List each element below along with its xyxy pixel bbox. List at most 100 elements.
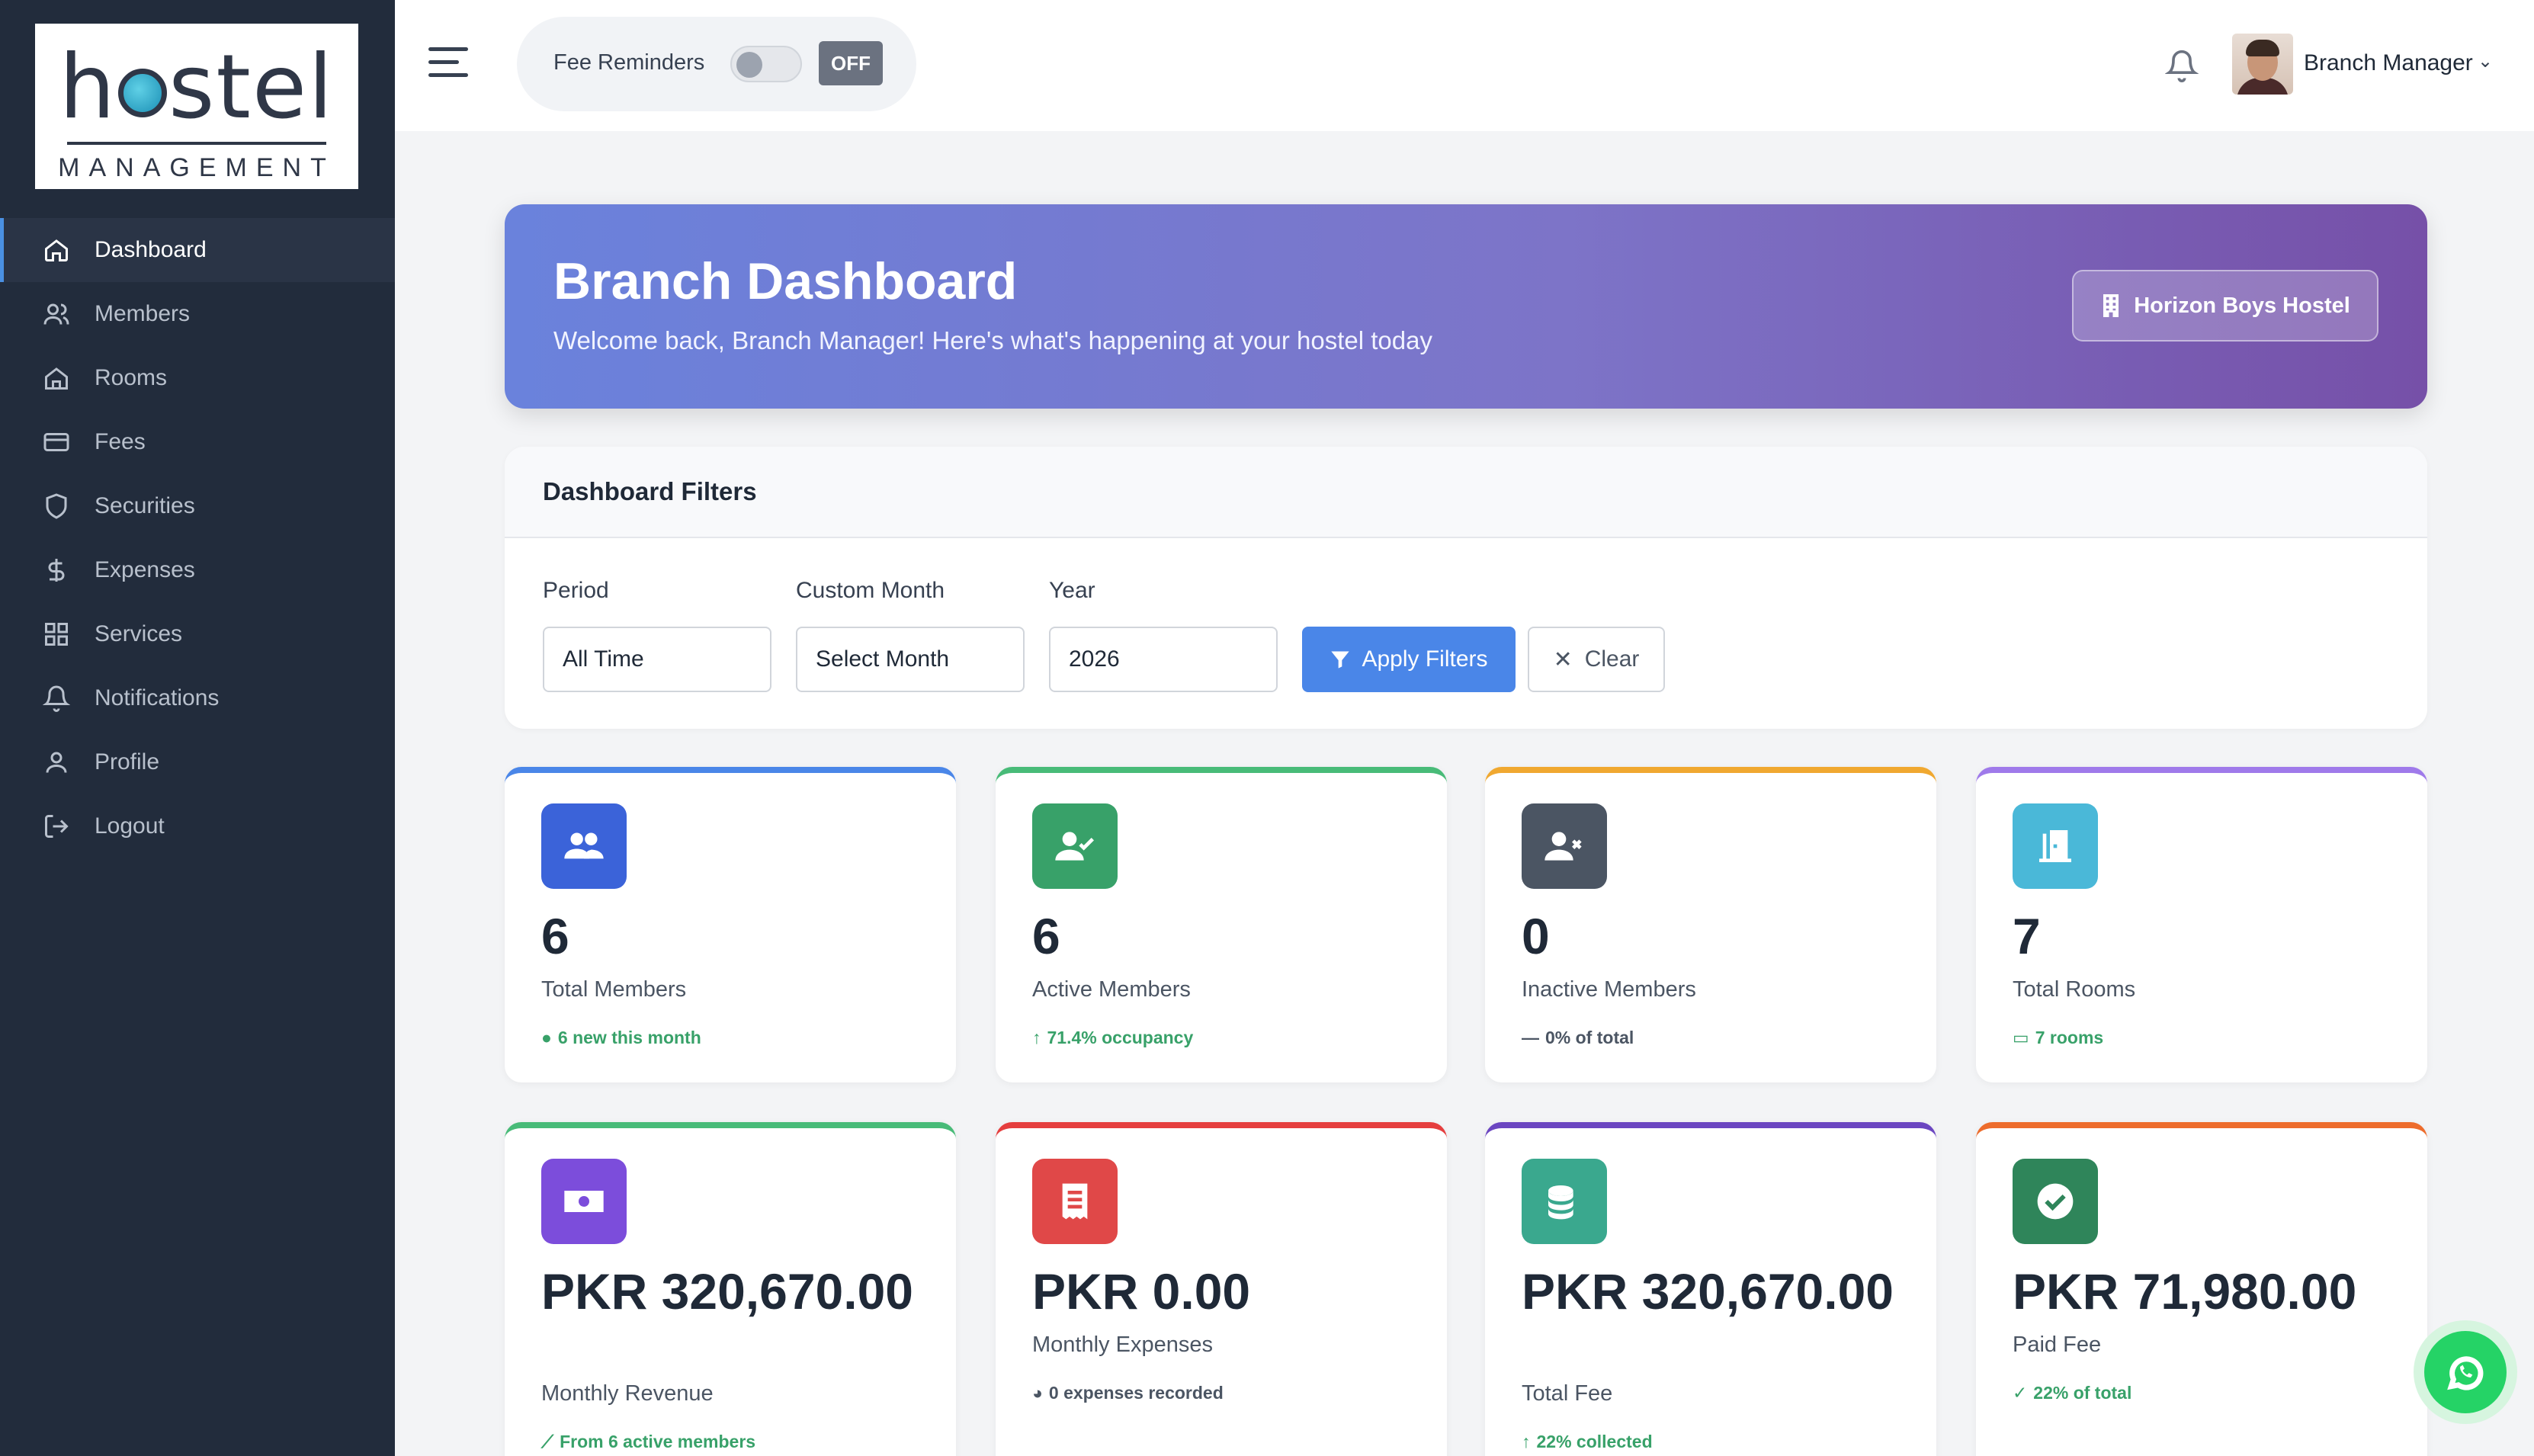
sidebar-item-members[interactable]: Members: [0, 282, 395, 346]
stat-value: PKR 0.00: [1032, 1263, 1251, 1320]
stat-label: Paid Fee: [2013, 1333, 2102, 1357]
fee-reminders-toggle[interactable]: [730, 46, 802, 82]
stat-label: Total Rooms: [2013, 977, 2136, 1002]
stat-label: Monthly Revenue: [541, 1381, 714, 1406]
stat-value: PKR 71,980.00: [2013, 1263, 2357, 1320]
filters-title: Dashboard Filters: [505, 447, 2427, 538]
stat-note: ↑ 71.4% occupancy: [1032, 1028, 1194, 1047]
stat-card-active-members: 6 Active Members ↑ 71.4% occupancy: [996, 767, 1447, 1082]
building-icon: [2103, 294, 2119, 317]
arrow-up-icon: ↑: [1032, 1028, 1041, 1047]
period-select[interactable]: All Time: [543, 627, 771, 692]
coins-icon: [1522, 1159, 1607, 1244]
dollar-icon: [41, 555, 72, 585]
stat-label: Monthly Expenses: [1032, 1333, 1213, 1357]
door-icon: [2013, 803, 2098, 889]
stat-card-inactive-members: 0 Inactive Members —0% of total: [1485, 767, 1936, 1082]
money-icon: [541, 1159, 627, 1244]
sidebar-item-dashboard[interactable]: Dashboard: [0, 218, 395, 282]
sidebar-item-label: Fees: [95, 429, 146, 454]
custom-month-select[interactable]: Select Month: [796, 627, 1025, 692]
logout-icon: [41, 811, 72, 842]
building-icon: [41, 363, 72, 393]
stat-label: Active Members: [1032, 977, 1191, 1002]
chart-icon: ⟋: [541, 1432, 554, 1451]
sidebar-item-label: Notifications: [95, 685, 220, 710]
stat-value: PKR 320,670.00: [541, 1263, 914, 1320]
stat-card-monthly-expenses: PKR 0.00 Monthly Expenses ◕ 0 expenses re…: [996, 1122, 1447, 1456]
sidebar-item-label: Services: [95, 621, 183, 646]
stat-note: —0% of total: [1522, 1028, 1634, 1047]
pie-icon: ◕: [1032, 1383, 1043, 1403]
sidebar-item-label: Members: [95, 301, 191, 326]
users-icon: [41, 299, 72, 329]
sidebar-item-expenses[interactable]: Expenses: [0, 538, 395, 602]
stat-value: PKR 320,670.00: [1522, 1263, 1894, 1320]
stat-note: ▭ 7 rooms: [2013, 1028, 2104, 1047]
sidebar-item-fees[interactable]: Fees: [0, 410, 395, 474]
shield-icon: [41, 491, 72, 521]
clear-filters-label: Clear: [1584, 646, 1640, 672]
user-x-icon: [1522, 803, 1607, 889]
stat-value: 6: [1032, 908, 1060, 964]
bell-icon: [41, 683, 72, 714]
menu-icon[interactable]: [428, 47, 468, 78]
year-label: Year: [1049, 578, 1095, 603]
user-menu-name[interactable]: Branch Manager: [2304, 50, 2473, 76]
stat-card-total-rooms: 7 Total Rooms ▭ 7 rooms: [1976, 767, 2427, 1082]
topbar: Fee Reminders OFF Branch Manager ⌄: [395, 0, 2534, 131]
check-icon: ✓: [2013, 1383, 2028, 1403]
stat-value: 0: [1522, 908, 1550, 964]
hostel-selector-button[interactable]: Horizon Boys Hostel: [2072, 270, 2378, 342]
stat-label: Total Members: [541, 977, 687, 1002]
user-icon: [41, 747, 72, 778]
sidebar-item-rooms[interactable]: Rooms: [0, 346, 395, 410]
stat-card-monthly-revenue: PKR 320,670.00 Monthly Revenue ⟋ From 6 a…: [505, 1122, 956, 1456]
sidebar-item-logout[interactable]: Logout: [0, 794, 395, 858]
sidebar-item-securities[interactable]: Securities: [0, 474, 395, 538]
sidebar-item-services[interactable]: Services: [0, 602, 395, 666]
close-icon: ✕: [1553, 646, 1573, 672]
sidebar-item-profile[interactable]: Profile: [0, 730, 395, 794]
stat-card-total-fee: PKR 320,670.00 Total Fee ↑ 22% collected: [1485, 1122, 1936, 1456]
sidebar-item-label: Logout: [95, 813, 165, 839]
dashboard-filters: Dashboard Filters Period All Time Custom…: [505, 447, 2427, 729]
apply-filters-button[interactable]: Apply Filters: [1302, 627, 1516, 692]
custom-month-label: Custom Month: [796, 578, 945, 603]
apply-filters-label: Apply Filters: [1362, 646, 1488, 672]
sidebar-item-notifications[interactable]: Notifications: [0, 666, 395, 730]
fee-reminders-label: Fee Reminders: [553, 50, 705, 75]
stat-note: ↑ 22% collected: [1522, 1432, 1653, 1451]
receipt-icon: [1032, 1159, 1118, 1244]
users-icon: [541, 803, 627, 889]
user-check-icon: [1032, 803, 1118, 889]
grid-icon: [41, 619, 72, 649]
sidebar-item-label: Expenses: [95, 557, 195, 582]
arrow-up-icon: ↑: [1522, 1432, 1531, 1451]
notification-bell-icon[interactable]: [2164, 49, 2199, 82]
home-icon: [41, 235, 72, 265]
logo[interactable]: h stel MANAGEMENT: [35, 24, 358, 189]
stat-card-total-members: 6 Total Members ● 6 new this month: [505, 767, 956, 1082]
stat-label: Total Fee: [1522, 1381, 1613, 1406]
year-input[interactable]: 2026: [1049, 627, 1278, 692]
clear-filters-button[interactable]: ✕ Clear: [1528, 627, 1665, 692]
stat-note: ⟋ From 6 active members: [541, 1432, 756, 1451]
dashboard-banner: Branch Dashboard Welcome back, Branch Ma…: [505, 204, 2427, 409]
period-label: Period: [543, 578, 609, 603]
stat-note: ◕ 0 expenses recorded: [1032, 1383, 1224, 1403]
check-circle-icon: [2013, 1159, 2098, 1244]
stat-card-paid-fee: PKR 71,980.00 Paid Fee ✓ 22% of total: [1976, 1122, 2427, 1456]
stat-note: ● 6 new this month: [541, 1028, 701, 1047]
avatar[interactable]: [2232, 34, 2293, 95]
sidebar-item-label: Rooms: [95, 365, 168, 390]
stat-label: Inactive Members: [1522, 977, 1696, 1002]
sidebar: h stel MANAGEMENT Dashboard Members Rooms…: [0, 0, 395, 1456]
stat-note: ✓ 22% of total: [2013, 1383, 2132, 1403]
whatsapp-button[interactable]: [2414, 1320, 2517, 1424]
fee-reminders-control: Fee Reminders OFF: [517, 17, 916, 111]
ticket-icon: ▭: [2013, 1028, 2029, 1047]
sidebar-item-label: Dashboard: [95, 237, 207, 262]
chevron-down-icon[interactable]: ⌄: [2478, 50, 2493, 72]
hostel-name: Horizon Boys Hostel: [2134, 293, 2350, 318]
